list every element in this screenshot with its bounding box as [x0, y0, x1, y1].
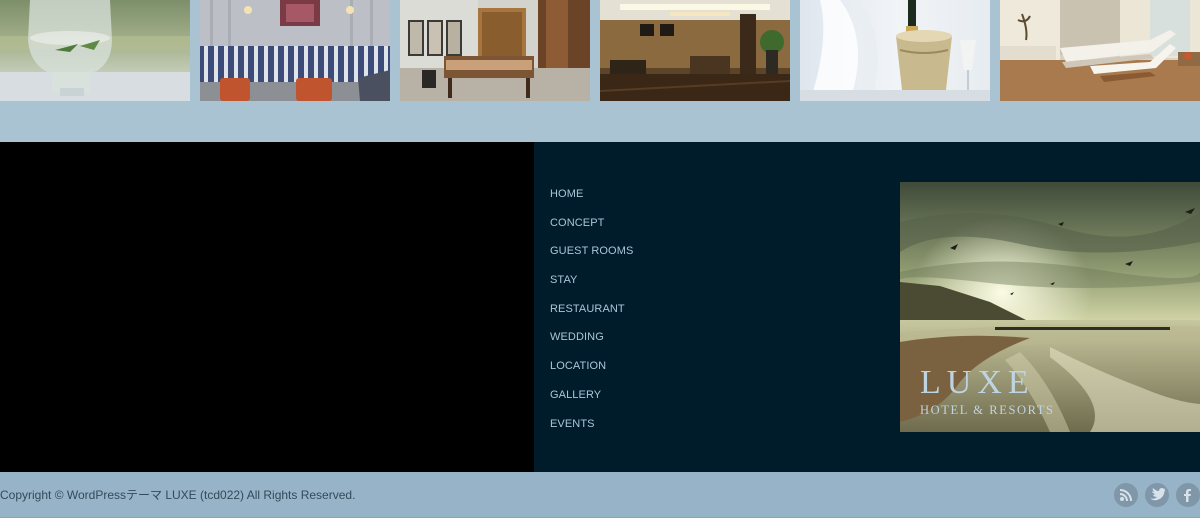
rss-icon[interactable]: [1114, 483, 1138, 507]
footer-left-panel: [0, 142, 534, 472]
footer-nav-item-events: EVENTS: [550, 414, 633, 443]
copyright-text: Copyright © WordPressテーマ LUXE (tcd022) A…: [0, 488, 356, 502]
footer-nav-link-location[interactable]: LOCATION: [550, 359, 606, 373]
footer-nav-item-gallery: GALLERY: [550, 385, 633, 414]
footer-nav-item-location: LOCATION: [550, 356, 633, 385]
footer-nav: HOME CONCEPT GUEST ROOMS STAY RESTAURANT…: [550, 184, 633, 442]
footer-nav-link-events[interactable]: EVENTS: [550, 417, 595, 431]
copyright-bar: Copyright © WordPressテーマ LUXE (tcd022) A…: [0, 472, 1200, 518]
gallery-thumb-spa[interactable]: [1000, 0, 1200, 101]
footer-nav-link-home[interactable]: HOME: [550, 187, 583, 201]
gallery-strip: [0, 0, 1200, 142]
footer-nav-link-wedding[interactable]: WEDDING: [550, 330, 604, 344]
banner-title: LUXE: [920, 364, 1035, 401]
luxe-resort-banner[interactable]: LUXE HOTEL & RESORTS: [900, 182, 1200, 432]
footer-nav-link-concept[interactable]: CONCEPT: [550, 216, 604, 230]
gallery-thumb-guest-room[interactable]: [400, 0, 590, 101]
facebook-icon[interactable]: [1176, 483, 1200, 507]
footer-nav-panel: HOME CONCEPT GUEST ROOMS STAY RESTAURANT…: [534, 142, 1200, 472]
gallery-thumb-water-glass[interactable]: [0, 0, 190, 101]
footer-nav-item-wedding: WEDDING: [550, 327, 633, 356]
footer-nav-link-restaurant[interactable]: RESTAURANT: [550, 302, 625, 316]
water-glass-photo: [0, 0, 190, 101]
footer-nav-item-home: HOME: [550, 184, 633, 213]
footer-nav-link-gallery[interactable]: GALLERY: [550, 388, 601, 402]
footer-nav-link-guest-rooms[interactable]: GUEST ROOMS: [550, 244, 633, 258]
footer-nav-item-restaurant: RESTAURANT: [550, 299, 633, 328]
gallery-thumb-lounge[interactable]: [200, 0, 390, 101]
spa-loungers-photo: [1000, 0, 1200, 101]
footer-nav-item-stay: STAY: [550, 270, 633, 299]
guest-room-photo: [400, 0, 590, 101]
footer-nav-link-stay[interactable]: STAY: [550, 273, 578, 287]
lounge-sofa-photo: [200, 0, 390, 101]
gallery-thumb-lobby[interactable]: [600, 0, 790, 101]
gallery-thumb-champagne[interactable]: [800, 0, 990, 101]
champagne-bucket-photo: [800, 0, 990, 101]
twitter-icon[interactable]: [1145, 483, 1169, 507]
footer-nav-item-guest-rooms: GUEST ROOMS: [550, 241, 633, 270]
banner-subtitle: HOTEL & RESORTS: [920, 403, 1055, 417]
hotel-lobby-photo: [600, 0, 790, 101]
footer-nav-item-concept: CONCEPT: [550, 213, 633, 242]
footer-band: HOME CONCEPT GUEST ROOMS STAY RESTAURANT…: [0, 142, 1200, 472]
